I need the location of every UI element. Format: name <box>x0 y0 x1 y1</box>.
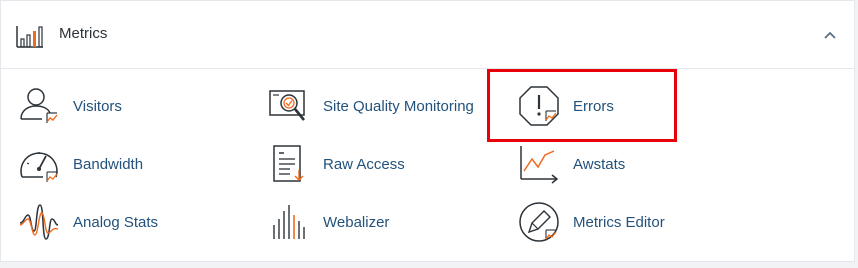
metrics-header[interactable]: Metrics <box>1 1 854 69</box>
metrics-editor-link[interactable]: Metrics Editor <box>518 201 678 245</box>
site-quality-monitoring-label: Site Quality Monitoring <box>323 98 474 115</box>
analog-stats-link[interactable]: Analog Stats <box>18 201 218 245</box>
errors-highlight-box <box>487 69 677 142</box>
document-icon <box>273 145 304 182</box>
bars-icon <box>273 205 305 239</box>
raw-access-link[interactable]: Raw Access <box>268 143 468 187</box>
site-quality-monitoring-link[interactable]: Site Quality Monitoring <box>268 85 483 129</box>
bandwidth-label: Bandwidth <box>73 156 144 173</box>
visitors-label: Visitors <box>73 98 122 115</box>
awstats-link[interactable]: Awstats <box>518 143 668 187</box>
site-quality-icon <box>269 90 306 121</box>
metrics-panel: Metrics Visitors Site Quality Monitoring <box>0 0 855 262</box>
speedometer-icon <box>20 152 58 182</box>
raw-access-label: Raw Access <box>323 156 405 173</box>
line-chart-icon <box>520 146 559 184</box>
visitors-icon <box>20 88 58 123</box>
metrics-editor-icon <box>519 202 559 242</box>
waveform-icon <box>19 204 59 240</box>
visitors-link[interactable]: Visitors <box>18 85 218 129</box>
metrics-editor-label: Metrics Editor <box>573 214 665 231</box>
bandwidth-link[interactable]: Bandwidth <box>18 143 218 187</box>
webalizer-label: Webalizer <box>323 214 390 231</box>
analog-stats-label: Analog Stats <box>73 214 159 231</box>
webalizer-link[interactable]: Webalizer <box>268 201 468 245</box>
bar-chart-icon <box>16 26 43 48</box>
section-title: Metrics <box>59 25 108 42</box>
awstats-label: Awstats <box>573 156 626 173</box>
chevron-up-icon[interactable] <box>822 27 838 43</box>
